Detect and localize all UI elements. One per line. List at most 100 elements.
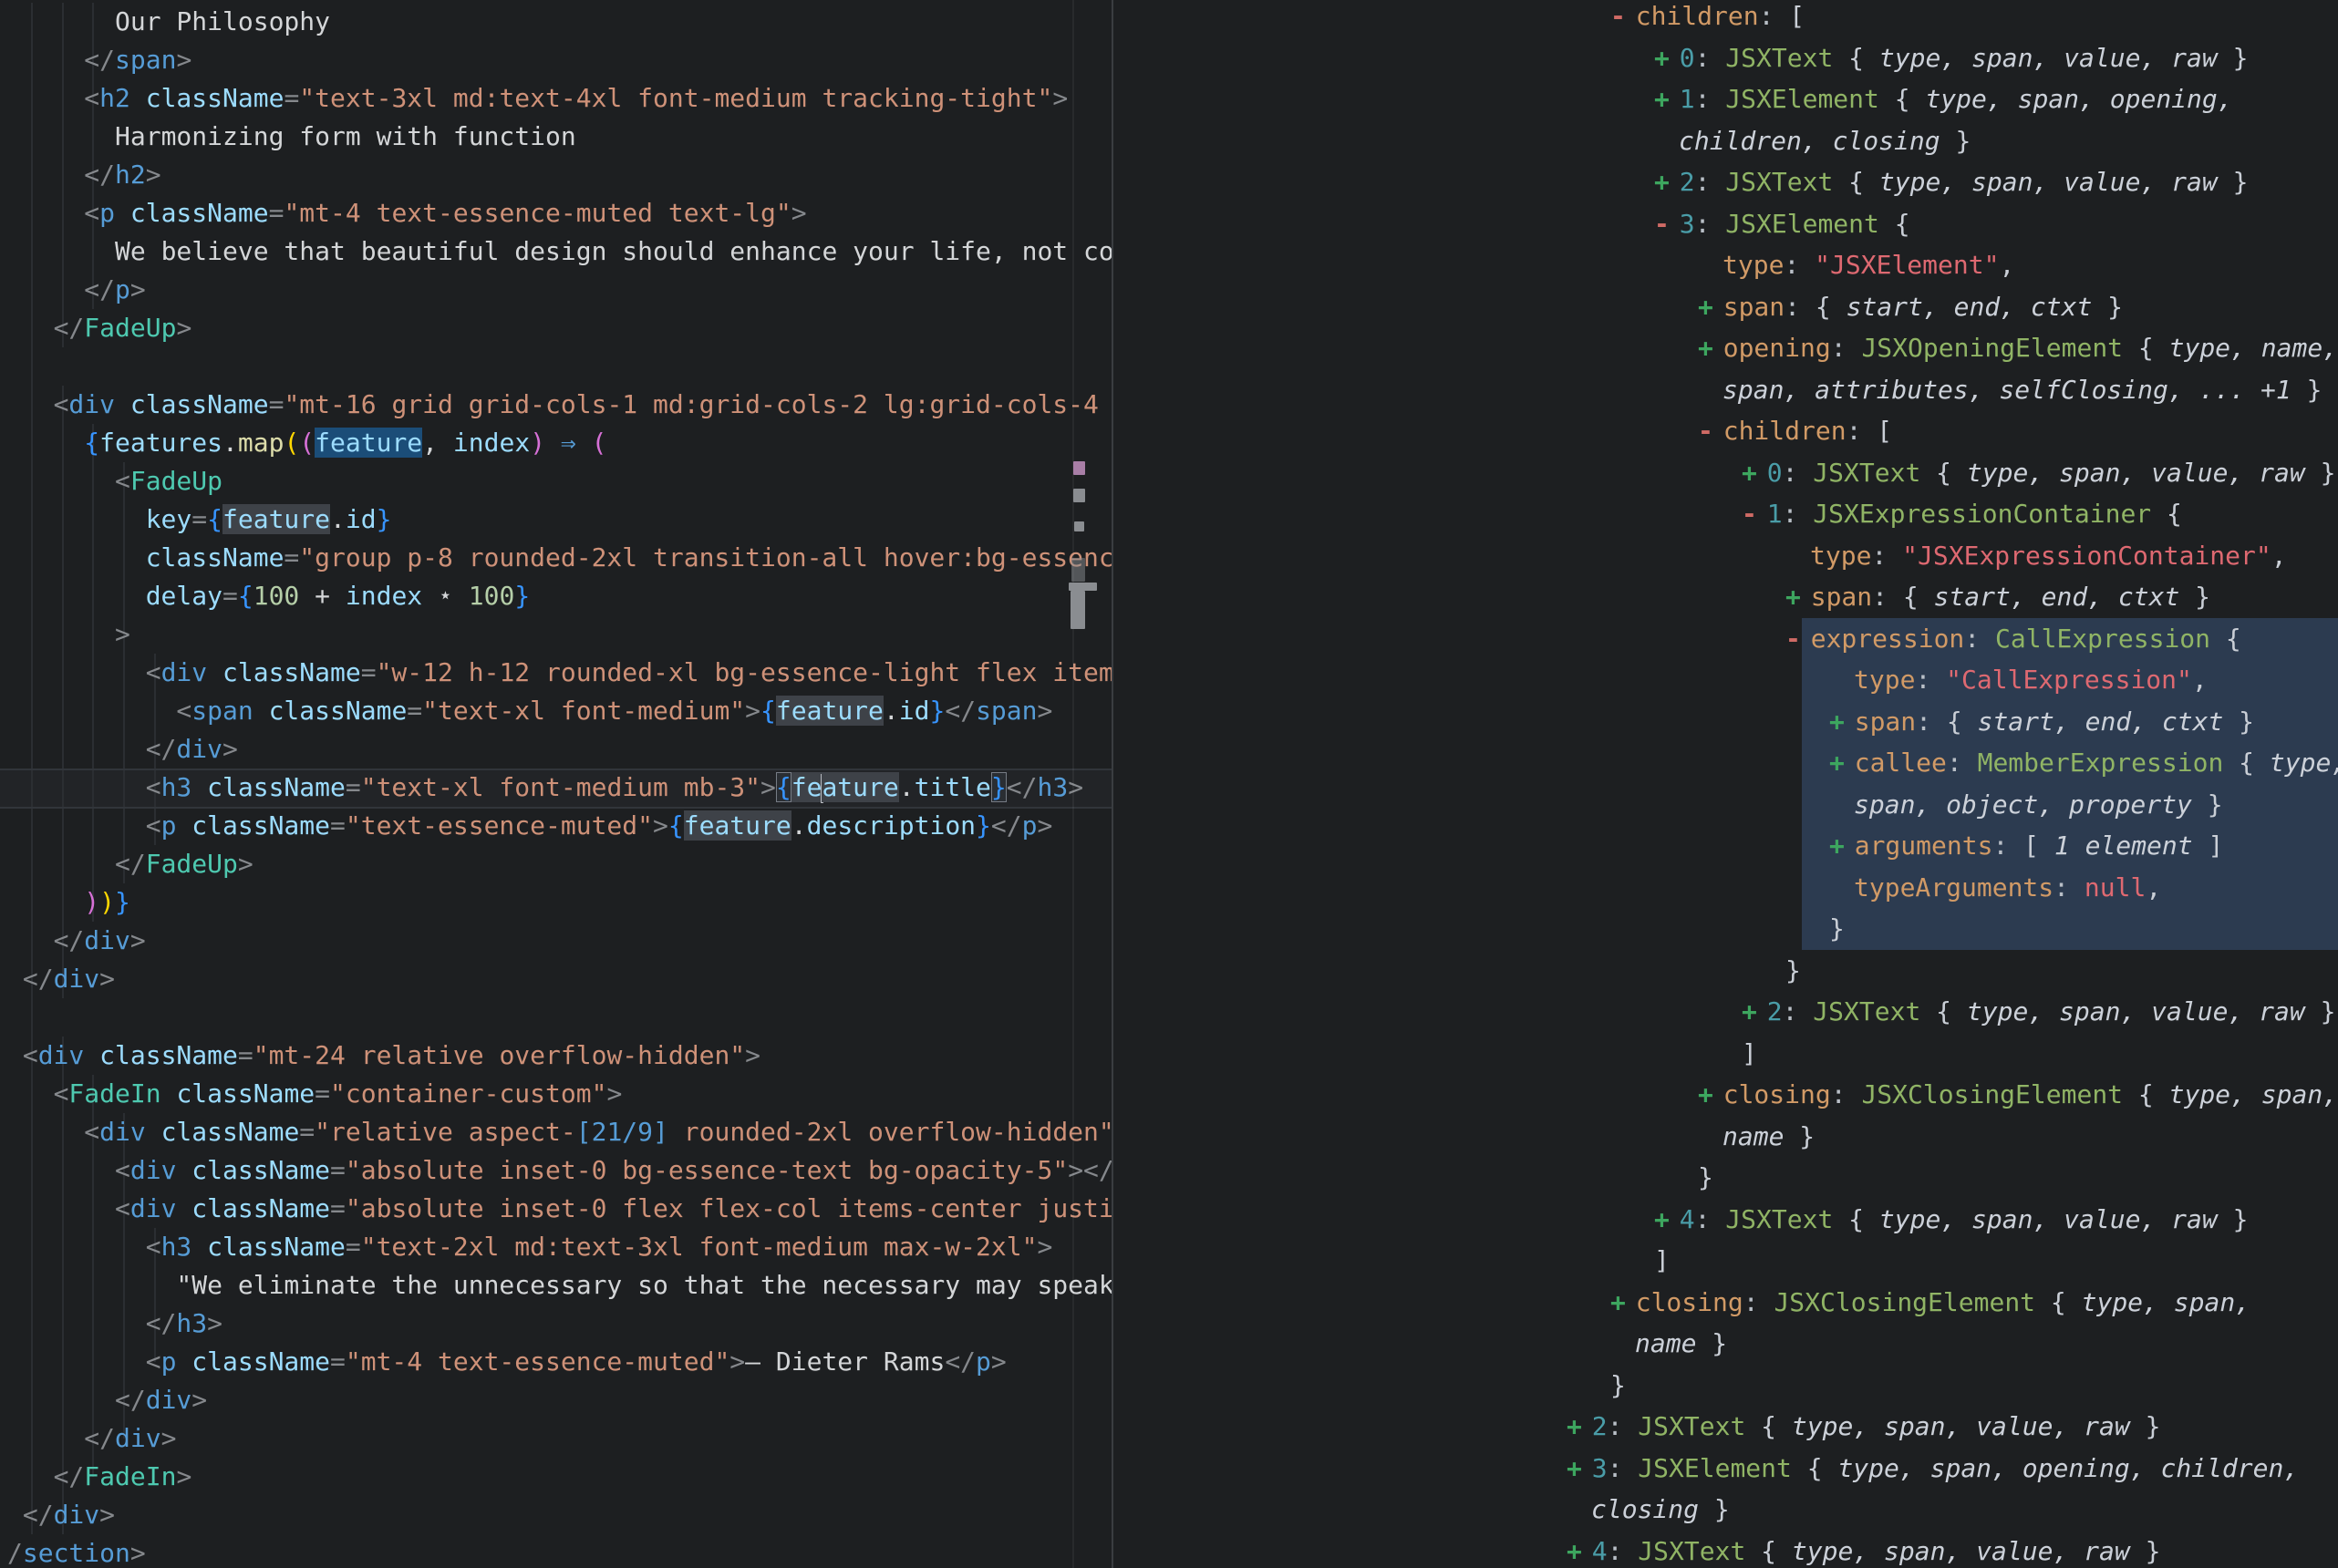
code-token: 3 — [1592, 1453, 1608, 1483]
ast-line[interactable]: + span: { start, end, ctxt } — [0, 576, 2338, 618]
collapse-minus-icon[interactable]: - — [1698, 416, 1723, 446]
ast-line[interactable]: + 4: JSXText { type, span, value, raw } — [0, 1199, 2338, 1241]
collapse-minus-icon[interactable]: - — [1742, 499, 1767, 529]
ast-line[interactable]: + callee: MemberExpression { type, — [0, 742, 2338, 784]
ast-line[interactable]: } — [0, 950, 2338, 992]
code-token: type, — [2270, 748, 2338, 778]
code-token: , — [1999, 250, 2014, 280]
expand-plus-icon[interactable]: + — [1698, 333, 1723, 363]
code-token: [ — [2023, 830, 2054, 861]
code-token: JSXClosingElement — [1774, 1287, 2035, 1317]
code-token: ] — [1742, 1038, 1757, 1068]
ast-line[interactable]: } — [0, 908, 2338, 950]
code-token: } — [1785, 955, 1801, 985]
ast-line[interactable]: - 3: JSXElement { — [0, 203, 2338, 245]
ast-line[interactable]: children, closing } — [0, 120, 2338, 162]
ast-line[interactable]: + 2: JSXText { type, span, value, raw } — [0, 991, 2338, 1033]
ast-line[interactable]: span, object, property } — [0, 784, 2338, 826]
ast-line[interactable]: + 0: JSXText { type, span, value, raw } — [0, 452, 2338, 494]
expand-plus-icon[interactable]: + — [1742, 996, 1767, 1026]
code-token: [ — [1877, 416, 1892, 446]
code-token: { — [1879, 84, 1926, 114]
expand-plus-icon[interactable]: + — [1698, 1079, 1723, 1109]
code-token: 2 — [1767, 996, 1783, 1026]
ast-line[interactable]: + 1: JSXElement { type, span, opening, — [0, 78, 2338, 120]
ast-line[interactable]: } — [0, 1365, 2338, 1407]
code-token: "JSXElement" — [1815, 250, 1999, 280]
code-token: 1 — [1767, 499, 1783, 529]
ast-line[interactable]: - children: [ — [0, 0, 2338, 37]
expand-plus-icon[interactable]: + — [1567, 1536, 1592, 1566]
ast-line[interactable]: type: "CallExpression", — [0, 659, 2338, 701]
code-token: type, span, value, raw — [1879, 167, 2218, 197]
ast-line[interactable]: } — [0, 1157, 2338, 1199]
ast-line[interactable]: + opening: JSXOpeningElement { type, nam… — [0, 327, 2338, 369]
expand-plus-icon[interactable]: + — [1654, 1204, 1680, 1234]
code-token: type — [1854, 665, 1915, 695]
ast-line[interactable]: + arguments: [ 1 element ] — [0, 825, 2338, 867]
code-token: } — [2130, 1411, 2161, 1441]
code-token: } — [1714, 1494, 1730, 1524]
code-token: { — [2123, 1079, 2169, 1109]
code-token: } — [2305, 458, 2336, 488]
code-token: span, attributes, selfClosing, ... +1 — [1722, 375, 2307, 405]
code-token: [ — [1789, 1, 1805, 31]
code-token: : — [1608, 1411, 1639, 1441]
collapse-minus-icon[interactable]: - — [1785, 624, 1811, 654]
ast-line[interactable]: name } — [0, 1323, 2338, 1365]
expand-plus-icon[interactable]: + — [1610, 1287, 1636, 1317]
ast-tree-pane[interactable]: - children: [+ 0: JSXText { type, span, … — [0, 0, 2338, 1568]
expand-plus-icon[interactable]: + — [1785, 582, 1811, 612]
collapse-minus-icon[interactable]: - — [1654, 209, 1680, 239]
code-token: type, span, value, raw — [1792, 1536, 2130, 1566]
ast-line[interactable]: closing } — [0, 1489, 2338, 1531]
expand-plus-icon[interactable]: + — [1654, 167, 1680, 197]
ast-line[interactable]: + closing: JSXClosingElement { type, spa… — [0, 1074, 2338, 1116]
code-token: start, end, ctxt — [1847, 292, 2093, 322]
expand-plus-icon[interactable]: + — [1829, 830, 1855, 861]
expand-plus-icon[interactable]: + — [1654, 43, 1680, 73]
collapse-minus-icon[interactable]: - — [1610, 1, 1636, 31]
code-token: JSXText — [1638, 1536, 1745, 1566]
expand-plus-icon[interactable]: + — [1567, 1453, 1592, 1483]
code-token: JSXClosingElement — [1861, 1079, 2123, 1109]
code-token: : — [1784, 250, 1815, 280]
expand-plus-icon[interactable]: + — [1567, 1411, 1592, 1441]
code-token: JSXElement — [1638, 1453, 1792, 1483]
code-token: , — [2146, 872, 2161, 903]
ast-line[interactable]: + 2: JSXText { type, span, value, raw } — [0, 161, 2338, 203]
ast-line[interactable]: + span: { start, end, ctxt } — [0, 286, 2338, 328]
ast-line[interactable]: typeArguments: null, — [0, 867, 2338, 909]
code-token: , — [2192, 665, 2208, 695]
ast-line[interactable]: + 2: JSXText { type, span, value, raw } — [0, 1406, 2338, 1448]
ast-tree-lines: - children: [+ 0: JSXText { type, span, … — [0, 0, 2338, 1568]
code-token: { — [1792, 1453, 1838, 1483]
ast-line[interactable]: - 1: JSXExpressionContainer { — [0, 493, 2338, 535]
ast-line[interactable]: + 0: JSXText { type, span, value, raw } — [0, 37, 2338, 79]
ast-line[interactable]: - children: [ — [0, 410, 2338, 452]
expand-plus-icon[interactable]: + — [1698, 292, 1723, 322]
ast-line[interactable]: + 4: JSXText { type, span, value, raw } — [0, 1531, 2338, 1568]
code-token: type, span, opening, — [1925, 84, 2232, 114]
ast-line[interactable]: span, attributes, selfClosing, ... +1 } — [0, 369, 2338, 411]
code-token: closing — [1591, 1494, 1714, 1524]
ast-line[interactable]: - expression: CallExpression { — [0, 618, 2338, 660]
ast-line[interactable]: + span: { start, end, ctxt } — [0, 701, 2338, 743]
ast-line[interactable]: + closing: JSXClosingElement { type, spa… — [0, 1282, 2338, 1324]
ast-line[interactable]: ] — [0, 1240, 2338, 1282]
expand-plus-icon[interactable]: + — [1829, 707, 1855, 737]
code-token: } — [1610, 1370, 1626, 1400]
expand-plus-icon[interactable]: + — [1742, 458, 1767, 488]
ast-line[interactable]: ] — [0, 1033, 2338, 1075]
ast-line[interactable]: name } — [0, 1116, 2338, 1158]
ast-line[interactable]: type: "JSXElement", — [0, 244, 2338, 286]
code-token: : — [2054, 872, 2085, 903]
code-token: { — [1903, 582, 1934, 612]
ast-line[interactable]: type: "JSXExpressionContainer", — [0, 535, 2338, 577]
code-token: CallExpression — [1995, 624, 2210, 654]
code-token: type, span, value, raw — [1792, 1411, 2130, 1441]
expand-plus-icon[interactable]: + — [1654, 84, 1680, 114]
expand-plus-icon[interactable]: + — [1829, 748, 1855, 778]
pane-divider[interactable] — [1112, 0, 1113, 1568]
ast-line[interactable]: + 3: JSXElement { type, span, opening, c… — [0, 1448, 2338, 1490]
